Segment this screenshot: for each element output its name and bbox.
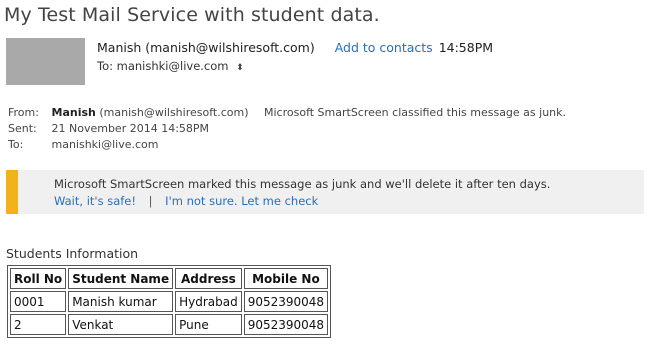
- pin-icon[interactable]: ⬍: [236, 63, 244, 73]
- from-label: From:: [8, 106, 39, 119]
- cell-mobile-no: 9052390048: [243, 291, 329, 312]
- sender-line: Manish (manish@wilshiresoft.com) Add to …: [97, 40, 493, 55]
- cell-address: Hydrabad: [175, 291, 242, 312]
- sender-time: 14:58PM: [438, 40, 494, 55]
- cell-roll-no: 0001: [10, 291, 67, 312]
- students-title: Students Information: [6, 246, 139, 261]
- to-value: manishki@live.com: [51, 138, 159, 151]
- to-label: To:: [8, 138, 24, 151]
- to-row: To: manishki@live.com: [8, 138, 159, 151]
- safe-link[interactable]: Wait, it's safe!: [54, 194, 136, 208]
- table-header-row: Roll No Student Name Address Mobile No: [10, 268, 329, 289]
- link-separator: |: [148, 194, 153, 208]
- recipient-text: To: manishki@live.com: [97, 59, 229, 73]
- from-email: (manish@wilshiresoft.com): [99, 106, 249, 119]
- header-student-name: Student Name: [68, 268, 174, 289]
- cell-student-name: Venkat: [68, 314, 174, 335]
- table-row: 0001 Manish kumar Hydrabad 9052390048: [10, 291, 329, 312]
- junk-links: Wait, it's safe! | I'm not sure. Let me …: [54, 194, 318, 208]
- table-row: 2 Venkat Pune 9052390048: [10, 314, 329, 335]
- sent-label: Sent:: [8, 122, 37, 135]
- cell-address: Pune: [175, 314, 242, 335]
- check-link[interactable]: I'm not sure. Let me check: [165, 194, 318, 208]
- junk-message: Microsoft SmartScreen marked this messag…: [54, 177, 551, 191]
- from-row: From: Manish (manish@wilshiresoft.com) M…: [8, 106, 566, 119]
- from-name: Manish: [51, 106, 96, 119]
- header-roll-no: Roll No: [10, 268, 67, 289]
- cell-mobile-no: 9052390048: [243, 314, 329, 335]
- sent-row: Sent: 21 November 2014 14:58PM: [8, 122, 209, 135]
- junk-banner: Microsoft SmartScreen marked this messag…: [6, 170, 644, 214]
- sender-avatar: [6, 38, 85, 85]
- cell-roll-no: 2: [10, 314, 67, 335]
- sent-value: 21 November 2014 14:58PM: [51, 122, 210, 135]
- add-to-contacts-link[interactable]: Add to contacts: [335, 40, 433, 55]
- students-table: Roll No Student Name Address Mobile No 0…: [7, 265, 332, 338]
- email-subject: My Test Mail Service with student data.: [4, 4, 380, 26]
- cell-student-name: Manish kumar: [68, 291, 174, 312]
- sender-name: Manish (manish@wilshiresoft.com): [97, 40, 315, 55]
- smartscreen-note: Microsoft SmartScreen classified this me…: [264, 106, 567, 119]
- recipient-line: To: manishki@live.com ⬍: [97, 59, 244, 73]
- header-address: Address: [175, 268, 242, 289]
- header-mobile-no: Mobile No: [243, 268, 329, 289]
